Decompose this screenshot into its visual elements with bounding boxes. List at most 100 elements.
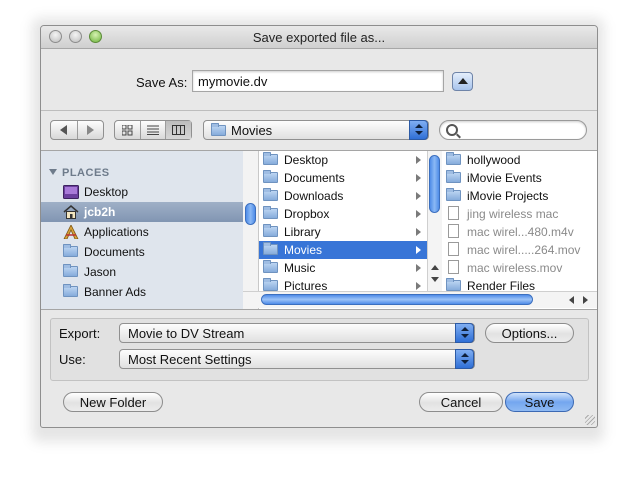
location-popup-value: Movies bbox=[231, 123, 273, 138]
column1-row-music[interactable]: Music bbox=[259, 259, 427, 277]
scroll-up-icon[interactable] bbox=[431, 265, 439, 270]
sidebar-item-jason[interactable]: Jason bbox=[41, 262, 243, 282]
column2-row-imovie-events[interactable]: iMovie Events bbox=[442, 169, 597, 187]
sidebar-item-label: Desktop bbox=[84, 185, 129, 199]
chevron-right-icon bbox=[416, 282, 421, 290]
column2-row-mac-wireless-mov: mac wireless.mov bbox=[442, 259, 597, 277]
row-label: iMovie Projects bbox=[467, 189, 549, 203]
folder-icon bbox=[63, 264, 78, 277]
window-title: Save exported file as... bbox=[252, 30, 386, 45]
new-folder-button[interactable]: New Folder bbox=[63, 392, 163, 412]
sidebar-section-label: PLACES bbox=[62, 167, 110, 179]
sidebar: PLACES Desktop jcb2h Applications Docume… bbox=[41, 151, 244, 309]
options-button[interactable]: Options... bbox=[485, 323, 574, 343]
column2-row-render-files[interactable]: Render Files bbox=[442, 277, 597, 291]
chevron-right-icon bbox=[416, 264, 421, 272]
column-home-scrollbar[interactable] bbox=[427, 151, 443, 291]
disclosure-up-icon bbox=[458, 78, 468, 84]
column-scroll-thumb[interactable] bbox=[429, 155, 440, 213]
sidebar-item-desktop[interactable]: Desktop bbox=[41, 182, 243, 202]
column1-row-desktop[interactable]: Desktop bbox=[259, 151, 427, 169]
use-settings-value: Most Recent Settings bbox=[128, 352, 252, 367]
column2-row-mac-wireless-264: mac wirel.....264.mov bbox=[442, 241, 597, 259]
back-arrow-icon bbox=[60, 125, 68, 135]
folder-icon bbox=[263, 260, 278, 273]
popup-arrows-icon bbox=[455, 323, 474, 343]
column2-row-mac-wireless-480: mac wirel...480.m4v bbox=[442, 223, 597, 241]
column-home: Desktop Documents Downloads Dropbox Libr… bbox=[259, 151, 427, 291]
row-label: Documents bbox=[284, 171, 345, 185]
location-popup[interactable]: Movies bbox=[203, 120, 429, 140]
sidebar-item-documents[interactable]: Documents bbox=[41, 242, 243, 262]
sidebar-scroll-thumb[interactable] bbox=[245, 203, 256, 225]
disclosure-triangle-icon bbox=[49, 169, 57, 175]
forward-arrow-icon bbox=[86, 125, 94, 135]
movie-file-icon bbox=[448, 224, 459, 238]
cancel-button[interactable]: Cancel bbox=[419, 392, 503, 412]
sidebar-section-places[interactable]: PLACES bbox=[49, 167, 110, 179]
row-label: jing wireless mac bbox=[467, 207, 559, 221]
movies-folder-icon bbox=[211, 123, 226, 136]
column1-row-dropbox[interactable]: Dropbox bbox=[259, 205, 427, 223]
sidebar-item-applications[interactable]: Applications bbox=[41, 222, 243, 242]
sidebar-item-jcb2h[interactable]: jcb2h bbox=[41, 202, 243, 222]
column1-row-movies[interactable]: Movies bbox=[259, 241, 427, 259]
column1-row-downloads[interactable]: Downloads bbox=[259, 187, 427, 205]
popup-arrows-icon bbox=[455, 349, 474, 369]
document-icon bbox=[448, 206, 459, 220]
list-view-button[interactable] bbox=[141, 121, 167, 139]
search-input[interactable] bbox=[460, 122, 584, 140]
sidebar-item-label: Documents bbox=[84, 245, 145, 259]
list-view-icon bbox=[147, 125, 159, 135]
scroll-down-icon[interactable] bbox=[431, 277, 439, 282]
use-settings-popup[interactable]: Most Recent Settings bbox=[119, 349, 475, 369]
row-label: Desktop bbox=[284, 153, 329, 167]
toolbar-divider bbox=[41, 110, 597, 111]
row-label: mac wirel...480.m4v bbox=[467, 225, 574, 239]
resize-grip-icon[interactable] bbox=[585, 415, 595, 425]
column-view-icon bbox=[172, 125, 186, 135]
sidebar-item-banner-ads[interactable]: Banner Ads bbox=[41, 282, 243, 302]
scroll-left-icon[interactable] bbox=[569, 296, 574, 304]
column2-row-imovie-projects[interactable]: iMovie Projects bbox=[442, 187, 597, 205]
chevron-right-icon bbox=[416, 228, 421, 236]
sidebar-scrollbar[interactable] bbox=[243, 151, 259, 309]
folder-icon bbox=[63, 284, 78, 297]
forward-button[interactable] bbox=[78, 121, 104, 139]
chevron-right-icon bbox=[416, 174, 421, 182]
folder-icon bbox=[446, 278, 461, 291]
save-as-filename-field[interactable] bbox=[192, 70, 444, 92]
export-options-panel: Export: Movie to DV Stream Options... Us… bbox=[50, 318, 589, 381]
folder-icon bbox=[263, 242, 278, 255]
use-label: Use: bbox=[59, 352, 86, 367]
popup-arrows-icon bbox=[409, 120, 428, 140]
search-field[interactable] bbox=[439, 120, 587, 140]
folder-icon bbox=[446, 188, 461, 201]
row-label: hollywood bbox=[467, 153, 521, 167]
movie-file-icon bbox=[448, 242, 459, 256]
row-label: Downloads bbox=[284, 189, 344, 203]
back-button[interactable] bbox=[51, 121, 78, 139]
export-format-popup[interactable]: Movie to DV Stream bbox=[119, 323, 475, 343]
folder-icon bbox=[263, 170, 278, 183]
collapse-browser-button[interactable] bbox=[452, 72, 473, 91]
browser-horizontal-scrollbar[interactable] bbox=[243, 291, 597, 308]
column1-row-documents[interactable]: Documents bbox=[259, 169, 427, 187]
column2-row-jing-wireless-mac: jing wireless mac bbox=[442, 205, 597, 223]
save-as-label: Save As: bbox=[136, 75, 188, 90]
row-label: Movies bbox=[284, 243, 323, 257]
column-movies: hollywood iMovie Events iMovie Projects … bbox=[442, 151, 597, 291]
horizontal-scroll-thumb[interactable] bbox=[261, 294, 533, 305]
scroll-right-icon[interactable] bbox=[583, 296, 588, 304]
column1-row-library[interactable]: Library bbox=[259, 223, 427, 241]
back-forward-control bbox=[50, 120, 104, 140]
column2-row-hollywood[interactable]: hollywood bbox=[442, 151, 597, 169]
column1-row-pictures[interactable]: Pictures bbox=[259, 277, 427, 291]
column-view-button[interactable] bbox=[166, 121, 192, 139]
desktop-icon bbox=[63, 185, 79, 199]
row-label: Music bbox=[284, 261, 316, 275]
row-label: Render Files bbox=[467, 279, 536, 291]
applications-icon bbox=[63, 225, 79, 239]
save-button[interactable]: Save bbox=[505, 392, 574, 412]
icon-view-button[interactable] bbox=[115, 121, 141, 139]
